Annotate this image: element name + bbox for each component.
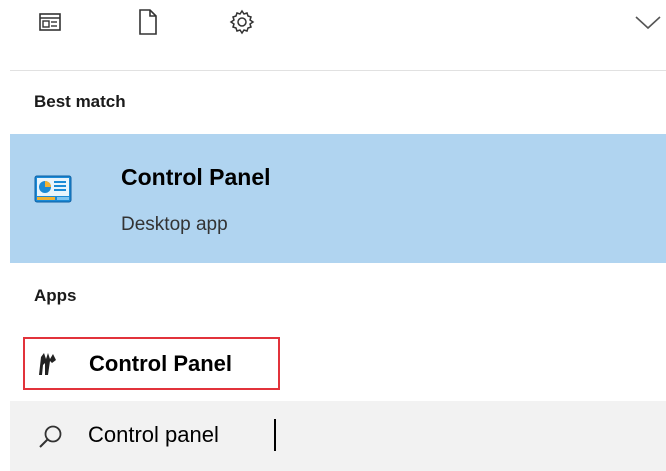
start-search-panel: Best match Control Panel Desktop app App… bbox=[0, 0, 666, 471]
apps-filter-icon bbox=[39, 13, 61, 31]
best-match-subtitle: Desktop app bbox=[121, 214, 228, 235]
search-input[interactable] bbox=[88, 415, 648, 455]
apps-filter-button[interactable] bbox=[30, 4, 70, 40]
search-bar[interactable] bbox=[10, 401, 666, 471]
control-panel-app-icon bbox=[39, 353, 56, 375]
search-icon bbox=[39, 425, 62, 448]
apps-result-label: Control Panel bbox=[89, 351, 233, 376]
chevron-down-icon bbox=[635, 16, 661, 30]
document-icon bbox=[139, 9, 157, 35]
search-filter-toolbar bbox=[0, 0, 666, 48]
best-match-header: Best match bbox=[34, 92, 126, 111]
best-match-result[interactable]: Control Panel Desktop app bbox=[10, 134, 666, 263]
documents-filter-button[interactable] bbox=[128, 4, 168, 40]
apps-header: Apps bbox=[34, 286, 77, 305]
expand-button[interactable] bbox=[630, 4, 666, 40]
text-caret bbox=[274, 419, 276, 451]
control-panel-icon bbox=[34, 175, 72, 203]
apps-result-control-panel[interactable]: Control Panel bbox=[23, 337, 280, 390]
settings-filter-button[interactable] bbox=[222, 4, 262, 40]
best-match-title: Control Panel bbox=[121, 164, 271, 190]
toolbar-divider bbox=[10, 70, 666, 71]
gear-icon bbox=[229, 9, 255, 35]
